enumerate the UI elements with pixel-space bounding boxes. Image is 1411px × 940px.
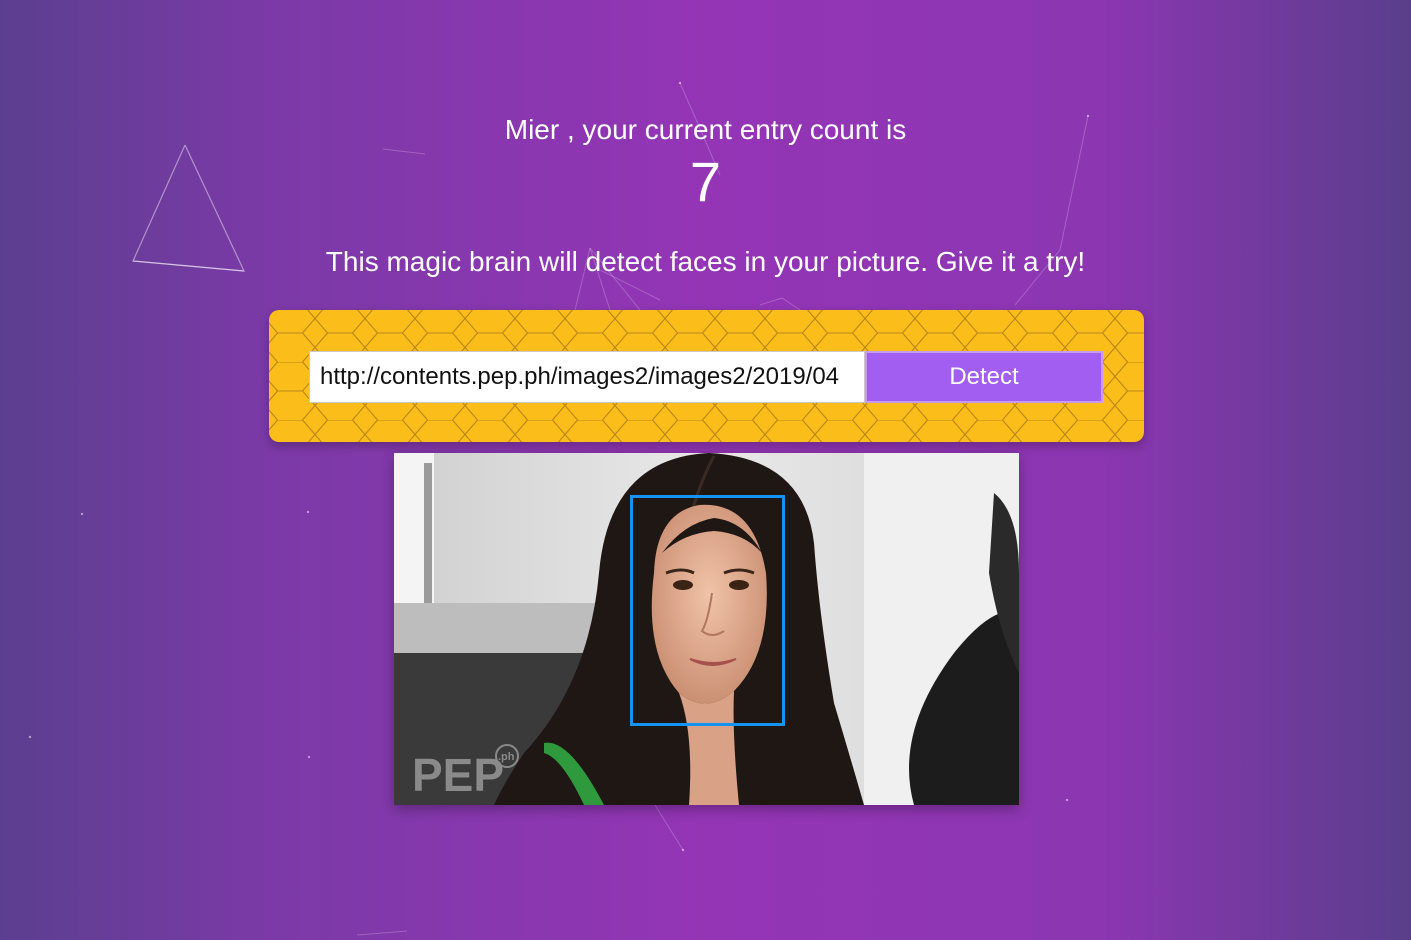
photo-watermark-suffix: .ph xyxy=(498,751,515,763)
entry-count-value: 7 xyxy=(689,150,722,213)
entry-count-greeting: Mier , your current entry count is xyxy=(504,114,907,145)
face-bounding-box xyxy=(630,495,785,726)
image-link-form: Detect xyxy=(269,310,1144,442)
face-detection-result: PEP .ph xyxy=(394,453,1019,805)
detect-button[interactable]: Detect xyxy=(865,351,1103,403)
photo-watermark: PEP xyxy=(412,749,504,801)
tagline: This magic brain will detect faces in yo… xyxy=(325,246,1086,277)
image-url-input[interactable] xyxy=(309,351,865,403)
